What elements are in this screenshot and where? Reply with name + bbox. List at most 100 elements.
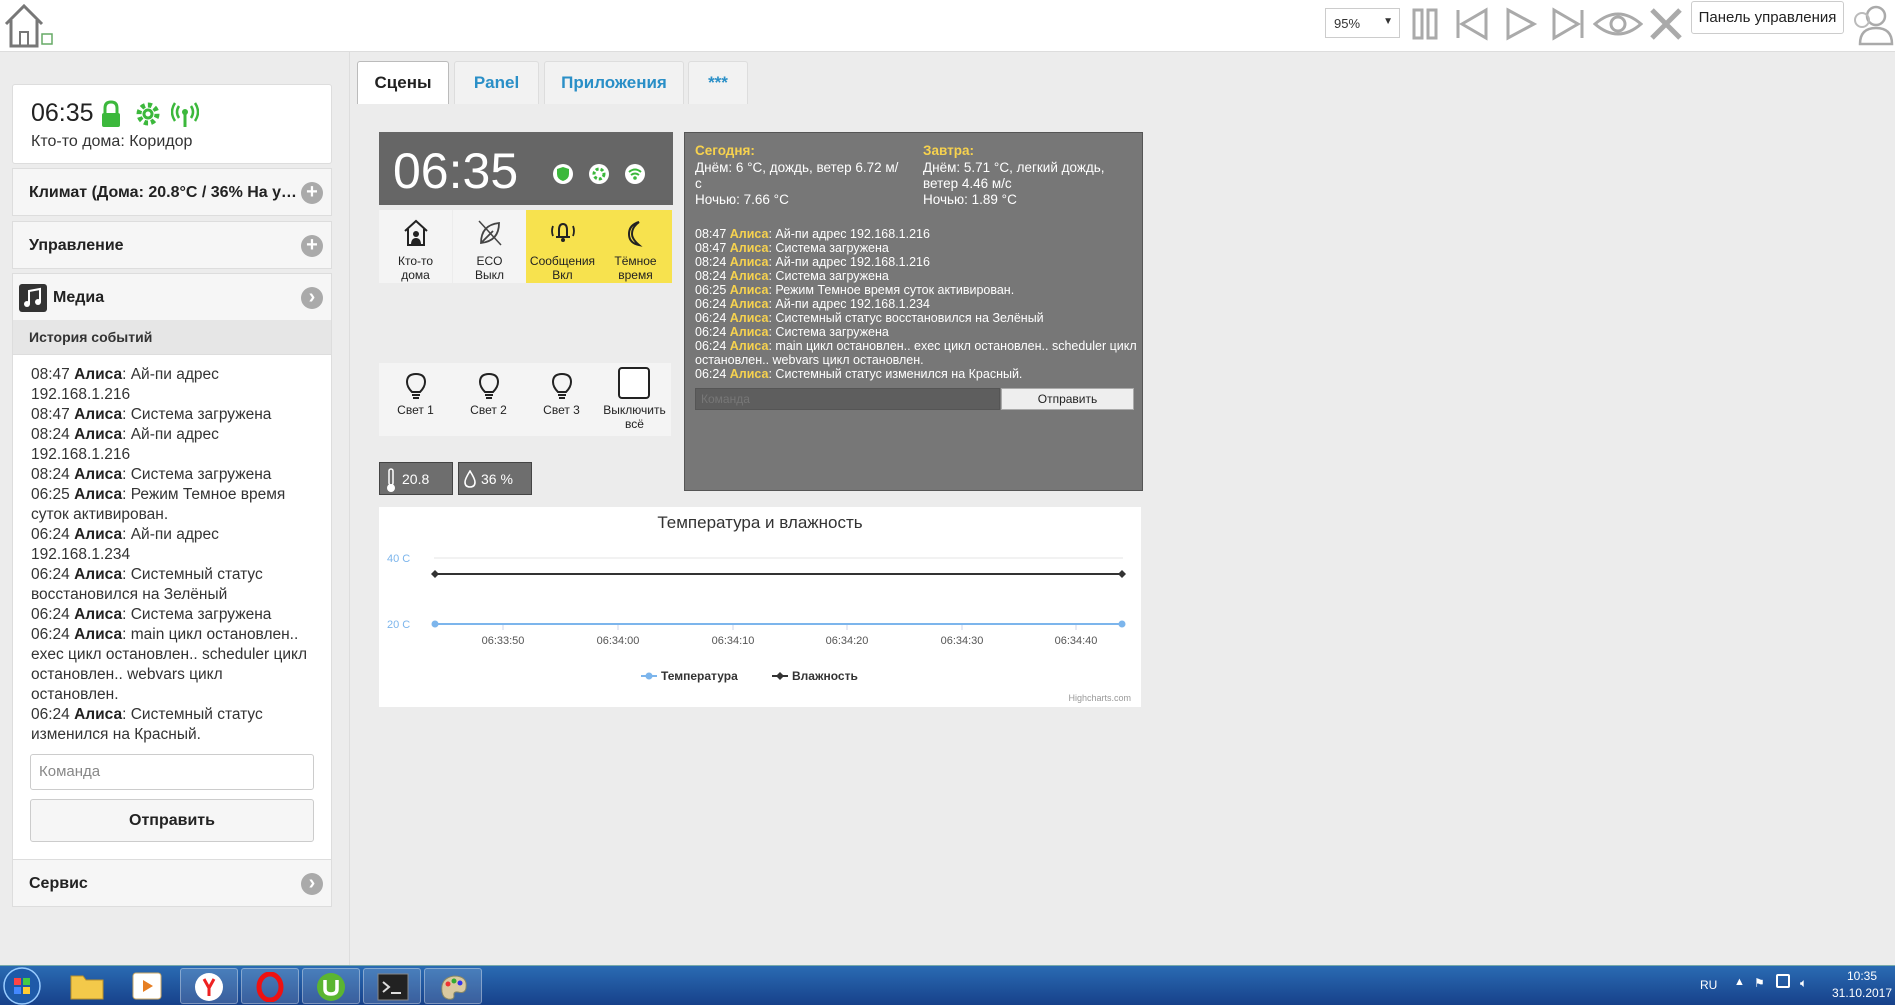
- event-text: : Система загружена: [122, 466, 272, 483]
- event-text: : Ай-пи адрес 192.168.1.216: [768, 227, 930, 241]
- light-2-button[interactable]: Свет 2: [452, 363, 525, 436]
- weather-log-event: 08:24 Алиса: Ай-пи адрес 192.168.1.216: [695, 255, 1140, 269]
- event-time: 06:24: [695, 311, 727, 325]
- data-point: [1118, 620, 1126, 628]
- network-icon[interactable]: [1776, 974, 1790, 988]
- today-label: Сегодня:: [695, 143, 755, 158]
- folder-icon: [70, 975, 104, 1000]
- light-3-button[interactable]: Свет 3: [525, 363, 598, 436]
- users-icon[interactable]: [1850, 2, 1895, 46]
- weather-send-button[interactable]: Отправить: [1001, 388, 1134, 410]
- history-event: 06:24 Алиса: Системный статус изменился …: [31, 705, 313, 745]
- weather-log-event: 06:24 Алиса: Системный статус восстанови…: [695, 311, 1140, 325]
- scene-presence-button[interactable]: Кто-то дома: [379, 210, 452, 283]
- event-time: 06:24: [695, 339, 727, 353]
- tray-date[interactable]: 31.10.2017: [1830, 986, 1894, 1000]
- zoom-select[interactable]: 95% ▼: [1325, 8, 1400, 38]
- y-tick-label: 40 C: [387, 553, 410, 565]
- language-indicator[interactable]: RU: [1700, 978, 1717, 992]
- command-input[interactable]: Команда: [30, 754, 314, 790]
- shield-icon: [553, 164, 573, 184]
- taskbar-explorer[interactable]: [58, 968, 116, 1004]
- switch-icon: [618, 367, 650, 399]
- service-accordion[interactable]: Сервис ›: [12, 859, 332, 907]
- event-time: 06:24: [31, 566, 70, 583]
- taskbar-paint[interactable]: [424, 968, 482, 1004]
- event-time: 08:47: [695, 241, 727, 255]
- control-accordion[interactable]: Управление +: [12, 221, 332, 269]
- taskbar-media-player[interactable]: [118, 968, 176, 1004]
- event-author: Алиса: [729, 325, 769, 339]
- weather-command-input[interactable]: Команда: [695, 388, 1000, 410]
- event-time: 06:25: [31, 486, 70, 503]
- event-time: 08:47: [31, 406, 70, 423]
- history-event: 08:47 Алиса: Система загружена: [31, 405, 313, 425]
- weather-panel: Сегодня: Днём: 6 °C, дождь, ветер 6.72 м…: [684, 132, 1143, 491]
- taskbar: RU ▲ ⚑ 🔈︎ 10:35 31.10.2017: [0, 965, 1895, 1005]
- thermometer-icon: [387, 468, 395, 492]
- event-time: 06:24: [31, 626, 70, 643]
- flag-icon[interactable]: ⚑: [1754, 976, 1765, 990]
- event-text: : Режим Темное время суток активирован.: [768, 283, 1015, 297]
- tomorrow-day: Днём: 5.71 °C, легкий дождь, ветер 4.46 …: [923, 160, 1105, 191]
- scene-dark-time-button[interactable]: Тёмное время: [599, 210, 672, 283]
- weather-event-log: 08:47 Алиса : Ай-пи адрес 192.168.1.216 08…: [695, 227, 1140, 381]
- terminal-icon: [377, 973, 409, 1001]
- play-icon[interactable]: [1500, 4, 1540, 44]
- skip-back-icon[interactable]: [1452, 4, 1492, 44]
- scene-messages-button[interactable]: Сообщения Вкл: [526, 210, 599, 283]
- event-text: : Системный статус изменился на Красный.: [768, 367, 1023, 381]
- event-author: Алиса: [74, 526, 123, 543]
- bulb-icon: [405, 372, 427, 399]
- lock-icon: [102, 100, 120, 127]
- event-author: Алиса: [74, 426, 123, 443]
- tab-more[interactable]: ***: [688, 61, 748, 105]
- media-accordion[interactable]: Медиа ›: [12, 273, 332, 321]
- send-button[interactable]: Отправить: [30, 799, 314, 842]
- close-icon[interactable]: [1646, 4, 1686, 44]
- tab-scenes[interactable]: Сцены: [357, 61, 449, 105]
- volume-icon[interactable]: 🔈︎: [1800, 976, 1807, 991]
- opera-icon: [256, 972, 284, 1002]
- control-panel-button[interactable]: Панель управления: [1691, 1, 1844, 34]
- event-time: 06:25: [695, 283, 727, 297]
- chart-svg: Температура и влажность 40 C 20 C 06:33:50 0…: [387, 513, 1131, 703]
- tray-time[interactable]: 10:35: [1830, 969, 1894, 983]
- weather-log-event: 06:24 Алиса: main цикл остановлен.. exec…: [695, 339, 1140, 367]
- x-tick-label: 06:34:20: [826, 635, 869, 647]
- taskbar-utorrent[interactable]: [302, 968, 360, 1004]
- eye-icon[interactable]: [1593, 4, 1643, 44]
- weather-log-event: 06:24 Алиса: Ай-пи адрес 192.168.1.234: [695, 297, 1140, 311]
- data-point: [431, 620, 439, 628]
- light-1-button[interactable]: Свет 1: [379, 363, 452, 436]
- gear-icon: [136, 102, 160, 126]
- taskbar-opera[interactable]: [241, 968, 299, 1004]
- x-tick-label: 06:34:00: [597, 635, 640, 647]
- data-point: [431, 570, 439, 578]
- tray-expand-icon[interactable]: ▲: [1734, 976, 1745, 988]
- tab-panel[interactable]: Panel: [454, 61, 539, 105]
- plus-icon: +: [301, 235, 323, 257]
- moon-icon: [627, 221, 643, 247]
- pause-icon[interactable]: [1406, 4, 1446, 44]
- event-time: 08:24: [31, 466, 70, 483]
- event-text: : Система загружена: [122, 606, 272, 623]
- tomorrow-night: Ночью: 1.89 °C: [923, 192, 1017, 207]
- legend-label: Температура: [661, 669, 738, 683]
- tab-apps[interactable]: Приложения: [544, 61, 684, 105]
- taskbar-terminal[interactable]: [363, 968, 421, 1004]
- bulb-icon: [478, 372, 500, 399]
- scene-eco-button[interactable]: ECO Выкл: [453, 210, 526, 283]
- x-tick-label: 06:34:40: [1055, 635, 1098, 647]
- skip-forward-icon[interactable]: [1548, 4, 1588, 44]
- start-button-icon[interactable]: [2, 966, 42, 1005]
- temperature-sensor: 20.8: [379, 462, 453, 495]
- x-tick-label: 06:34:30: [941, 635, 984, 647]
- home-icon[interactable]: [2, 2, 54, 48]
- climate-accordion[interactable]: Климат (Дома: 20.8°C / 36% На улице: 7.6…: [12, 168, 332, 216]
- legend-marker: [645, 672, 653, 680]
- taskbar-yandex-browser[interactable]: [180, 968, 238, 1004]
- all-off-button[interactable]: Выключить всё: [598, 363, 671, 436]
- event-time: 06:24: [31, 526, 70, 543]
- chart-title: Температура и влажность: [657, 513, 862, 532]
